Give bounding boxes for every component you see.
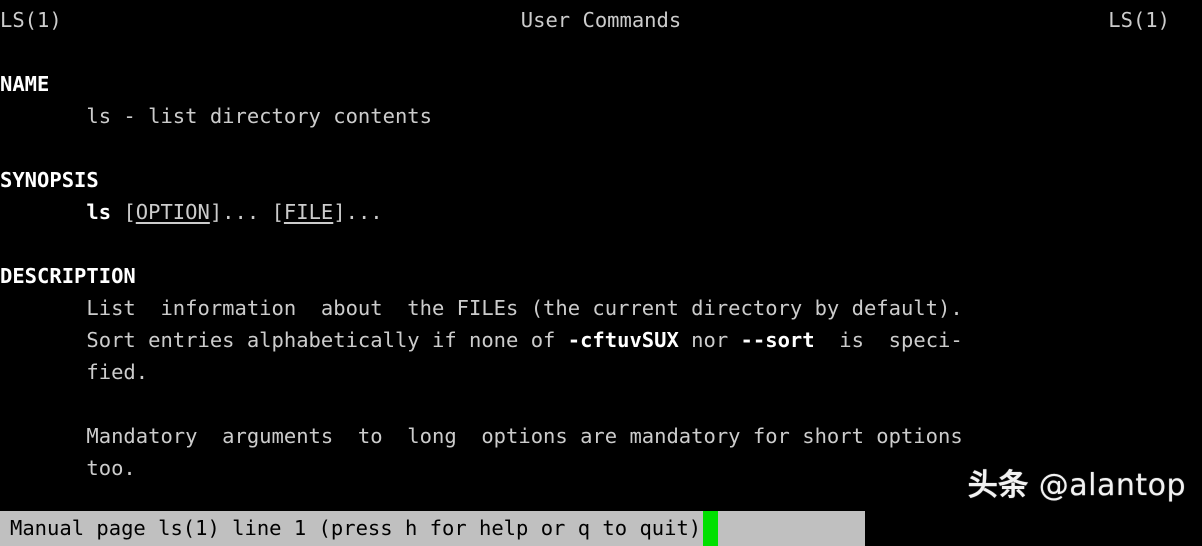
description-paragraph-1-line-1: List information about the FILEs (the cu… <box>0 296 963 320</box>
text-cursor <box>703 511 719 546</box>
synopsis-bracket-close-1: ]... <box>209 200 272 224</box>
section-heading-name: NAME <box>0 68 1202 100</box>
terminal-window: LS(1) User Commands LS(1) NAME ls - list… <box>0 0 1202 546</box>
name-description-line: ls - list directory contents <box>0 104 432 128</box>
section-heading-description-label: DESCRIPTION <box>0 264 136 288</box>
pager-status-bar[interactable]: Manual page ls(1) line 1 (press h for he… <box>0 511 865 546</box>
synopsis-line: ls [OPTION]... [FILE]... <box>0 196 1202 228</box>
synopsis-bracket-open-1: [ <box>123 200 136 224</box>
section-heading-synopsis: SYNOPSIS <box>0 164 1202 196</box>
man-page-content: LS(1) User Commands LS(1) NAME ls - list… <box>0 0 1202 484</box>
option-cftuvsux: -cftuvSUX <box>567 328 679 352</box>
watermark: 头条 @alantop <box>968 460 1186 504</box>
section-heading-synopsis-label: SYNOPSIS <box>0 168 99 192</box>
description-paragraph-1-line-3: fied. <box>0 360 149 384</box>
watermark-logo-text: 头条 <box>967 468 1029 503</box>
man-header-center: User Commands <box>520 8 682 32</box>
description-text-post: is speci- <box>814 328 963 352</box>
synopsis-gap <box>111 200 123 224</box>
description-paragraph-1-line-2: Sort entries alphabetically if none of -… <box>0 324 1202 356</box>
section-heading-description: DESCRIPTION <box>0 260 1202 292</box>
synopsis-bracket-open-2: [ <box>271 200 284 224</box>
description-text-mid: nor <box>678 328 741 352</box>
synopsis-arg-option: OPTION <box>135 200 210 224</box>
synopsis-command: ls <box>86 200 112 224</box>
option-sort: --sort <box>740 328 815 352</box>
man-header-line: LS(1) User Commands LS(1) <box>0 4 1202 36</box>
pager-status-text: Manual page ls(1) line 1 (press h for he… <box>10 516 702 540</box>
man-header-right: LS(1) <box>1108 8 1170 32</box>
description-text-pre: Sort entries alphabetically if none of <box>0 328 568 352</box>
synopsis-indent <box>0 200 86 224</box>
description-paragraph-2-line-1: Mandatory arguments to long options are … <box>0 424 963 448</box>
watermark-handle: @alantop <box>1028 468 1186 503</box>
synopsis-arg-file: FILE <box>283 200 334 224</box>
synopsis-bracket-close-2: ]... <box>333 200 383 224</box>
